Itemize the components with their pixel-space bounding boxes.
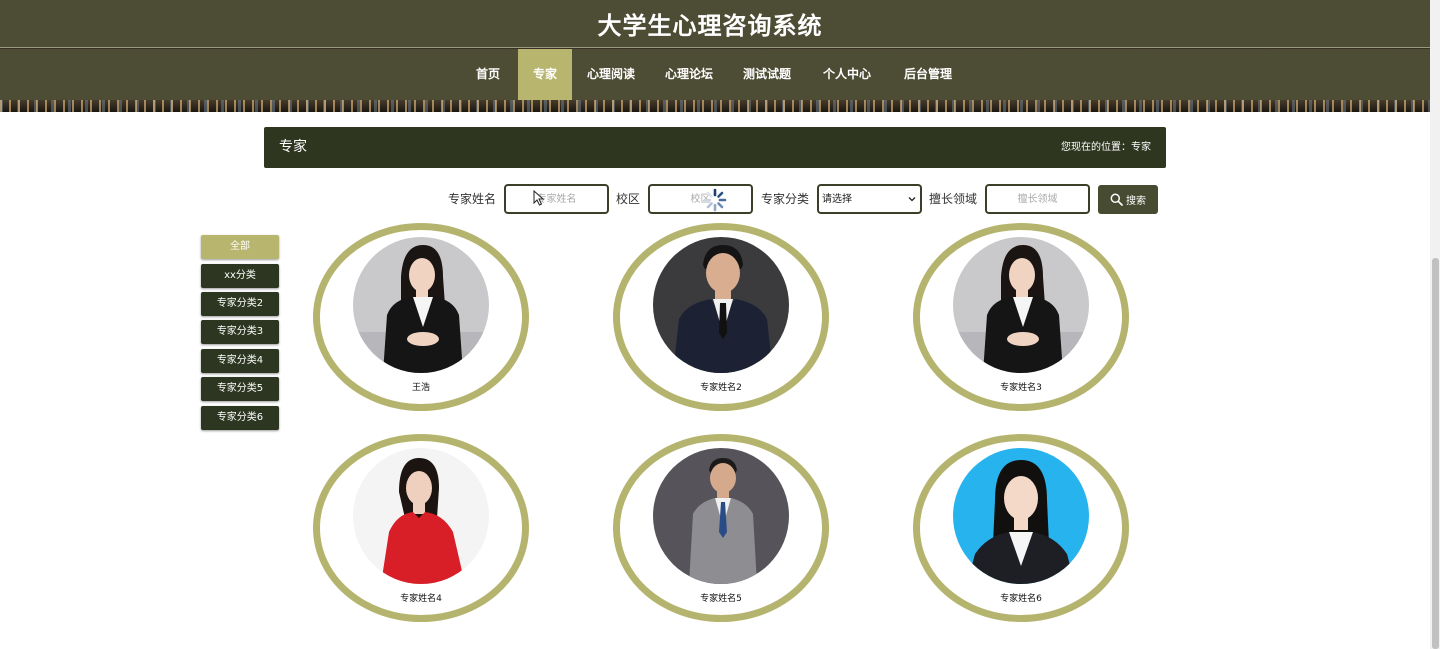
category-item[interactable]: 专家分类6 — [201, 406, 279, 430]
expert-name: 专家姓名3 — [1000, 383, 1042, 393]
campus-input[interactable] — [648, 184, 753, 214]
search-button[interactable]: 搜索 — [1098, 185, 1158, 214]
nav-psych-reading[interactable]: 心理阅读 — [580, 49, 642, 100]
nav-home[interactable]: 首页 — [462, 49, 514, 100]
field-label: 擅长领域 — [929, 192, 978, 206]
breadcrumb: 您现在的位置：专家 — [1061, 142, 1151, 153]
expert-name: 专家姓名2 — [700, 383, 742, 393]
expert-card[interactable]: 专家姓名3 — [913, 223, 1129, 411]
page: 大学生心理咨询系统 首页 专家 心理阅读 心理论坛 测试试题 个人中心 后台管理… — [0, 0, 1440, 649]
nav-psych-forum[interactable]: 心理论坛 — [658, 49, 720, 100]
category-all[interactable]: 全部 — [201, 235, 279, 259]
main-nav: 首页 专家 心理阅读 心理论坛 测试试题 个人中心 后台管理 — [0, 49, 1430, 100]
title-bar: 大学生心理咨询系统 — [0, 0, 1430, 48]
campus-label: 校区 — [616, 192, 641, 206]
expert-card[interactable]: 专家姓名4 — [313, 434, 529, 622]
expert-card[interactable]: 专家姓名5 — [613, 434, 829, 622]
expert-photo — [953, 237, 1089, 373]
category-item[interactable]: xx分类 — [201, 264, 279, 288]
name-label: 专家姓名 — [448, 192, 497, 206]
expert-name: 专家姓名5 — [700, 594, 742, 604]
expert-photo — [653, 448, 789, 584]
name-input[interactable] — [504, 184, 609, 214]
category-select-value: 请选择 — [822, 194, 852, 205]
site-header: 大学生心理咨询系统 首页 专家 心理阅读 心理论坛 测试试题 个人中心 后台管理 — [0, 0, 1430, 112]
expert-photo — [353, 237, 489, 373]
expert-card[interactable]: 专家姓名6 — [913, 434, 1129, 622]
mouse-cursor-icon — [533, 190, 545, 206]
expert-photo — [353, 448, 489, 584]
loading-spinner-icon — [703, 188, 727, 212]
nav-admin[interactable]: 后台管理 — [896, 49, 960, 100]
section-title: 专家 — [279, 139, 307, 155]
expert-photo — [653, 237, 789, 373]
nav-tests[interactable]: 测试试题 — [736, 49, 798, 100]
category-label: 专家分类 — [761, 192, 810, 206]
scrollbar-thumb[interactable] — [1432, 258, 1439, 649]
category-item[interactable]: 专家分类2 — [201, 292, 279, 316]
nav-personal-center[interactable]: 个人中心 — [816, 49, 878, 100]
site-title: 大学生心理咨询系统 — [597, 12, 823, 40]
search-icon — [1110, 193, 1123, 206]
category-item[interactable]: 专家分类4 — [201, 349, 279, 373]
expert-name: 专家姓名6 — [1000, 594, 1042, 604]
expert-name: 王浩 — [411, 383, 430, 393]
expert-card[interactable]: 专家姓名2 — [613, 223, 829, 411]
category-item[interactable]: 专家分类3 — [201, 320, 279, 344]
breadcrumb-bar: 专家 您现在的位置：专家 — [264, 127, 1166, 168]
search-button-label: 搜索 — [1126, 196, 1146, 207]
chevron-down-icon — [908, 197, 916, 202]
expert-photo — [953, 448, 1089, 584]
expert-card[interactable]: 王浩 — [313, 223, 529, 411]
field-input[interactable] — [985, 184, 1090, 214]
nav-experts[interactable]: 专家 — [518, 49, 572, 100]
category-select[interactable]: 请选择 — [817, 184, 922, 214]
expert-name: 专家姓名4 — [400, 594, 442, 604]
category-item[interactable]: 专家分类5 — [201, 377, 279, 401]
city-banner-image — [0, 100, 1430, 112]
